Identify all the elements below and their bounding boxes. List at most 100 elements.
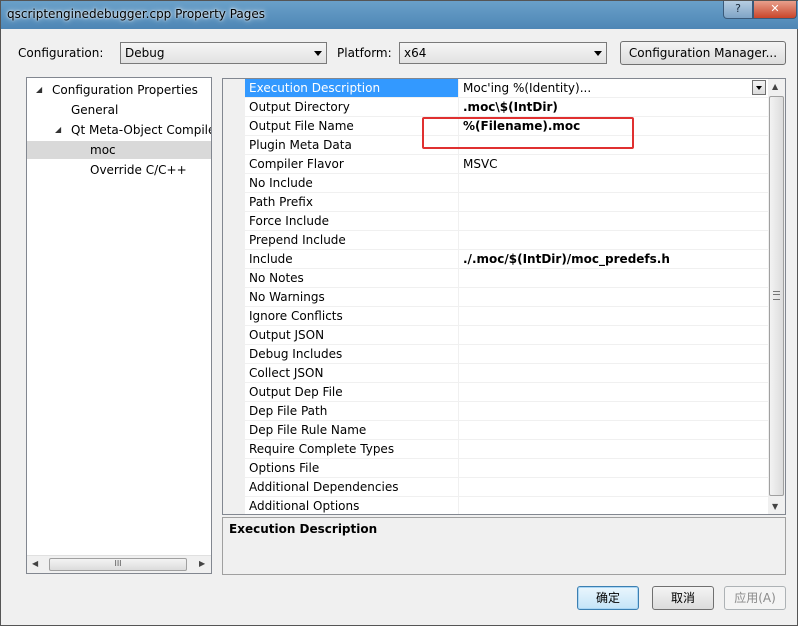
property-row-no-include[interactable]: No Include	[245, 174, 769, 193]
property-name: Compiler Flavor	[245, 155, 459, 173]
property-value[interactable]	[459, 402, 769, 420]
property-name: Execution Description	[245, 79, 459, 97]
tree-item-label: moc	[90, 143, 116, 157]
property-name: Output Dep File	[245, 383, 459, 401]
property-value[interactable]	[459, 269, 769, 287]
property-row-compiler-flavor[interactable]: Compiler Flavor MSVC	[245, 155, 769, 174]
tree-horizontal-scrollbar[interactable]: ◀ III ▶	[27, 555, 211, 573]
annotation-highlight-box	[422, 117, 634, 149]
property-name: Output Directory	[245, 98, 459, 116]
description-panel: Execution Description	[222, 517, 786, 575]
property-value[interactable]	[459, 421, 769, 439]
dialog-client-area: Configuration: Debug Platform: x64 Confi…	[9, 29, 791, 619]
expand-triangle-icon[interactable]: ◢	[36, 81, 42, 99]
property-row-prepend-include[interactable]: Prepend Include	[245, 231, 769, 250]
tree-item-label: Qt Meta-Object Compile	[71, 123, 212, 137]
property-value[interactable]	[459, 174, 769, 192]
grip-icon	[773, 291, 780, 300]
grid-vertical-scrollbar[interactable]: ▲ ▼	[768, 79, 785, 514]
tree-item-configuration-properties[interactable]: ◢ Configuration Properties	[27, 81, 211, 99]
chevron-down-icon	[314, 51, 322, 56]
configuration-dropdown[interactable]: Debug	[120, 42, 327, 64]
property-value[interactable]	[459, 326, 769, 344]
property-row-execution-description[interactable]: Execution Description Moc'ing %(Identity…	[245, 79, 769, 98]
property-value[interactable]	[459, 212, 769, 230]
help-button[interactable]: ?	[723, 1, 753, 19]
tree-item-qt-meta-object-compiler[interactable]: ◢ Qt Meta-Object Compile	[27, 121, 211, 139]
property-name: Dep File Path	[245, 402, 459, 420]
property-value[interactable]	[459, 231, 769, 249]
property-name: No Include	[245, 174, 459, 192]
property-row-no-warnings[interactable]: No Warnings	[245, 288, 769, 307]
property-row-output-directory[interactable]: Output Directory .moc\$(IntDir)	[245, 98, 769, 117]
cancel-button[interactable]: 取消	[652, 586, 714, 610]
property-name: Prepend Include	[245, 231, 459, 249]
property-row-debug-includes[interactable]: Debug Includes	[245, 345, 769, 364]
grid-gutter	[223, 79, 245, 514]
property-row-path-prefix[interactable]: Path Prefix	[245, 193, 769, 212]
property-row-dep-file-rule-name[interactable]: Dep File Rule Name	[245, 421, 769, 440]
chevron-down-icon	[594, 51, 602, 56]
scroll-thumb[interactable]	[769, 96, 784, 496]
scroll-left-icon[interactable]: ◀	[32, 559, 38, 568]
window-title: qscriptenginedebugger.cpp Property Pages	[7, 7, 266, 21]
property-value[interactable]: ./.moc/$(IntDir)/moc_predefs.h	[459, 250, 769, 268]
property-row-ignore-conflicts[interactable]: Ignore Conflicts	[245, 307, 769, 326]
property-name: Require Complete Types	[245, 440, 459, 458]
property-value[interactable]	[459, 497, 769, 514]
scroll-up-icon[interactable]: ▲	[772, 82, 778, 91]
platform-dropdown[interactable]: x64	[399, 42, 607, 64]
close-button[interactable]: ✕	[753, 1, 797, 19]
property-row-options-file[interactable]: Options File	[245, 459, 769, 478]
property-row-collect-json[interactable]: Collect JSON	[245, 364, 769, 383]
tree-item-moc[interactable]: moc	[27, 141, 211, 159]
property-name: Ignore Conflicts	[245, 307, 459, 325]
property-value[interactable]	[459, 364, 769, 382]
scroll-down-icon[interactable]: ▼	[772, 502, 778, 511]
property-value[interactable]	[459, 459, 769, 477]
scroll-right-icon[interactable]: ▶	[199, 559, 205, 568]
property-row-output-dep-file[interactable]: Output Dep File	[245, 383, 769, 402]
property-row-force-include[interactable]: Force Include	[245, 212, 769, 231]
configuration-manager-button[interactable]: Configuration Manager...	[620, 41, 786, 65]
property-row-no-notes[interactable]: No Notes	[245, 269, 769, 288]
property-value[interactable]: .moc\$(IntDir)	[459, 98, 769, 116]
description-title: Execution Description	[229, 522, 378, 536]
title-bar[interactable]: qscriptenginedebugger.cpp Property Pages…	[1, 1, 798, 29]
property-row-require-complete-types[interactable]: Require Complete Types	[245, 440, 769, 459]
property-value[interactable]	[459, 193, 769, 211]
tree-item-label: General	[71, 103, 119, 117]
tree-item-label: Configuration Properties	[52, 83, 198, 97]
property-pages-dialog: qscriptenginedebugger.cpp Property Pages…	[0, 0, 798, 626]
tree-item-general[interactable]: General	[27, 101, 211, 119]
property-row-dep-file-path[interactable]: Dep File Path	[245, 402, 769, 421]
property-value[interactable]	[459, 440, 769, 458]
property-value[interactable]	[459, 307, 769, 325]
property-value[interactable]: Moc'ing %(Identity)...	[459, 79, 769, 97]
property-name: No Warnings	[245, 288, 459, 306]
property-value[interactable]	[459, 288, 769, 306]
property-value[interactable]	[459, 345, 769, 363]
property-name: Collect JSON	[245, 364, 459, 382]
scroll-thumb[interactable]: III	[49, 558, 187, 571]
property-name: Include	[245, 250, 459, 268]
property-row-additional-options[interactable]: Additional Options	[245, 497, 769, 514]
platform-value: x64	[404, 46, 427, 60]
property-name: Options File	[245, 459, 459, 477]
property-value[interactable]: MSVC	[459, 155, 769, 173]
configuration-label: Configuration:	[18, 46, 104, 60]
ok-button[interactable]: 确定	[577, 586, 639, 610]
property-value[interactable]	[459, 478, 769, 496]
property-name: Output JSON	[245, 326, 459, 344]
property-tree[interactable]: ◢ Configuration Properties General ◢ Qt …	[26, 77, 212, 574]
tree-item-override-cpp[interactable]: Override C/C++	[27, 161, 211, 179]
apply-button[interactable]: 应用(A)	[724, 586, 786, 610]
property-name: Force Include	[245, 212, 459, 230]
chevron-down-icon[interactable]	[752, 80, 766, 95]
property-row-include[interactable]: Include ./.moc/$(IntDir)/moc_predefs.h	[245, 250, 769, 269]
expand-triangle-icon[interactable]: ◢	[55, 121, 61, 139]
property-value[interactable]	[459, 383, 769, 401]
property-row-output-json[interactable]: Output JSON	[245, 326, 769, 345]
tree-item-label: Override C/C++	[90, 163, 187, 177]
property-row-additional-dependencies[interactable]: Additional Dependencies	[245, 478, 769, 497]
